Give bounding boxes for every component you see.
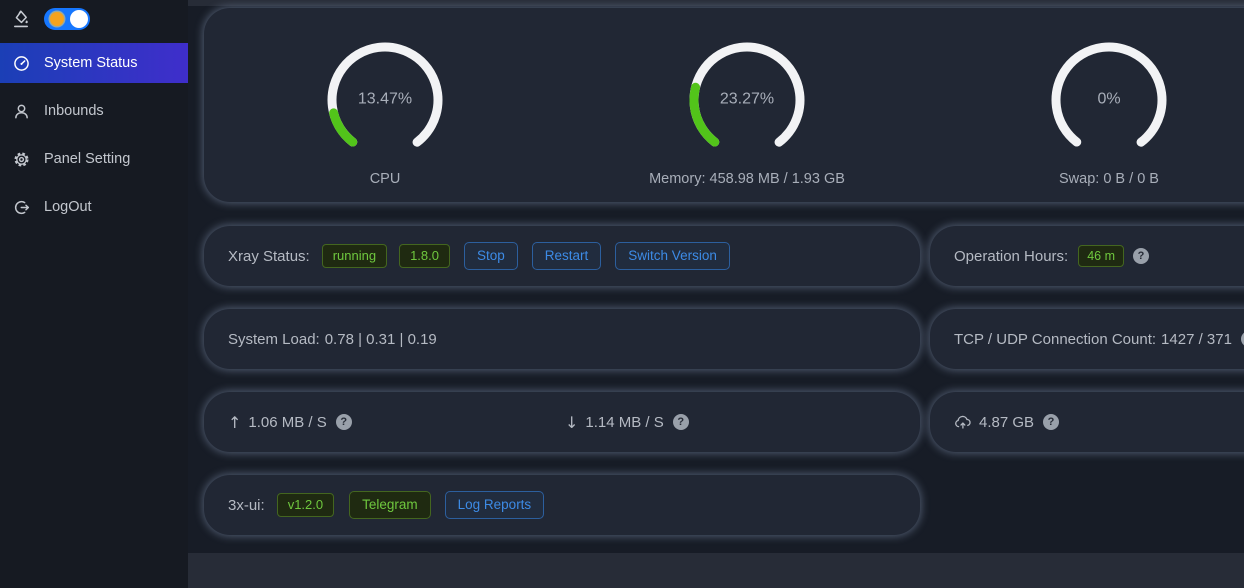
sun-icon xyxy=(50,12,64,26)
sidebar-item-inbounds[interactable]: Inbounds xyxy=(0,91,188,131)
xray-status-label: Xray Status: xyxy=(228,248,310,265)
sidebar-item-label: System Status xyxy=(44,55,137,71)
cpu-percent: 13.47% xyxy=(325,91,445,109)
switch-version-button[interactable]: Switch Version xyxy=(615,242,730,269)
connection-count-value: 1427 / 371 xyxy=(1161,331,1232,348)
sidebar: System Status Inbounds Panel Setting xyxy=(0,0,188,588)
log-reports-button[interactable]: Log Reports xyxy=(445,491,545,518)
system-load-card: System Load: 0.78 | 0.31 | 0.19 xyxy=(204,309,920,369)
help-icon[interactable]: ? xyxy=(1043,414,1059,430)
content: 13.47% CPU 23.27% Memory: 458.98 MB / 1.… xyxy=(204,8,1244,558)
system-load-value: 0.78 | 0.31 | 0.19 xyxy=(325,331,437,348)
arrow-down-icon: ↓ xyxy=(565,413,578,432)
row-load: System Load: 0.78 | 0.31 | 0.19 TCP / UD… xyxy=(204,309,1244,369)
upload-speed-value: 1.06 MB / S xyxy=(248,414,326,431)
cpu-label: CPU xyxy=(370,171,401,187)
arrow-up-icon: ↑ xyxy=(228,413,241,432)
help-icon[interactable]: ? xyxy=(673,414,689,430)
operation-hours-badge: 46 m xyxy=(1078,245,1124,267)
swap-percent: 0% xyxy=(1049,91,1169,109)
gear-icon xyxy=(13,151,30,168)
sidebar-header xyxy=(0,0,188,36)
connection-count-label: TCP / UDP Connection Count: xyxy=(954,331,1156,348)
theme-toggle[interactable] xyxy=(44,8,90,30)
sidebar-item-label: Inbounds xyxy=(44,103,104,119)
total-traffic-card: 4.87 GB ? xyxy=(930,392,1244,452)
swap-gauge-ring: 0% xyxy=(1049,40,1169,160)
operation-hours-label: Operation Hours: xyxy=(954,248,1068,265)
main-area: 13.47% CPU 23.27% Memory: 458.98 MB / 1.… xyxy=(188,0,1244,588)
download-speed: ↓ 1.14 MB / S ? xyxy=(565,413,689,432)
connection-count-card: TCP / UDP Connection Count: 1427 / 371 ? xyxy=(930,309,1244,369)
xray-status-badge: running xyxy=(322,244,387,268)
app-name-label: 3x-ui: xyxy=(228,497,265,514)
total-traffic-value: 4.87 GB xyxy=(979,414,1034,431)
sidebar-item-system-status[interactable]: System Status xyxy=(0,43,188,83)
row-network: ↑ 1.06 MB / S ? ↓ 1.14 MB / S ? xyxy=(204,392,1244,452)
user-icon xyxy=(13,103,30,120)
restart-button[interactable]: Restart xyxy=(532,242,602,269)
row-app: 3x-ui: v1.2.0 Telegram Log Reports xyxy=(204,475,1244,535)
dashboard-icon xyxy=(13,55,30,72)
xray-status-card: Xray Status: running 1.8.0 Stop Restart … xyxy=(204,226,920,286)
bg-colors-icon[interactable] xyxy=(11,9,31,29)
stop-button[interactable]: Stop xyxy=(464,242,518,269)
download-speed-value: 1.14 MB / S xyxy=(585,414,663,431)
sidebar-item-panel-setting[interactable]: Panel Setting xyxy=(0,139,188,179)
memory-label: Memory: 458.98 MB / 1.93 GB xyxy=(649,171,845,187)
network-speed-card: ↑ 1.06 MB / S ? ↓ 1.14 MB / S ? xyxy=(204,392,920,452)
telegram-button[interactable]: Telegram xyxy=(349,491,431,518)
logout-icon xyxy=(13,199,30,216)
memory-percent: 23.27% xyxy=(687,91,807,109)
operation-hours-card: Operation Hours: 46 m ? xyxy=(930,226,1244,286)
sidebar-nav: System Status Inbounds Panel Setting xyxy=(0,43,188,227)
app-version-card: 3x-ui: v1.2.0 Telegram Log Reports xyxy=(204,475,920,535)
swap-label: Swap: 0 B / 0 B xyxy=(1059,171,1159,187)
gauge-cpu: 13.47% CPU xyxy=(204,8,566,202)
cpu-gauge-ring: 13.47% xyxy=(325,40,445,160)
xray-version-badge: 1.8.0 xyxy=(399,244,450,268)
resource-gauges-card: 13.47% CPU 23.27% Memory: 458.98 MB / 1.… xyxy=(204,8,1244,202)
sidebar-item-label: Panel Setting xyxy=(44,151,130,167)
help-icon[interactable]: ? xyxy=(1133,248,1149,264)
upload-speed: ↑ 1.06 MB / S ? xyxy=(228,413,352,432)
system-load-label: System Load: xyxy=(228,331,320,348)
cloud-upload-icon xyxy=(954,414,972,430)
sidebar-item-logout[interactable]: LogOut xyxy=(0,187,188,227)
row-xray: Xray Status: running 1.8.0 Stop Restart … xyxy=(204,226,1244,286)
toggle-knob xyxy=(70,10,88,28)
app-version-badge: v1.2.0 xyxy=(277,493,334,517)
gauge-swap: 0% Swap: 0 B / 0 B xyxy=(928,8,1244,202)
help-icon[interactable]: ? xyxy=(336,414,352,430)
gauge-memory: 23.27% Memory: 458.98 MB / 1.93 GB xyxy=(566,8,928,202)
memory-gauge-ring: 23.27% xyxy=(687,40,807,160)
sidebar-item-label: LogOut xyxy=(44,199,92,215)
